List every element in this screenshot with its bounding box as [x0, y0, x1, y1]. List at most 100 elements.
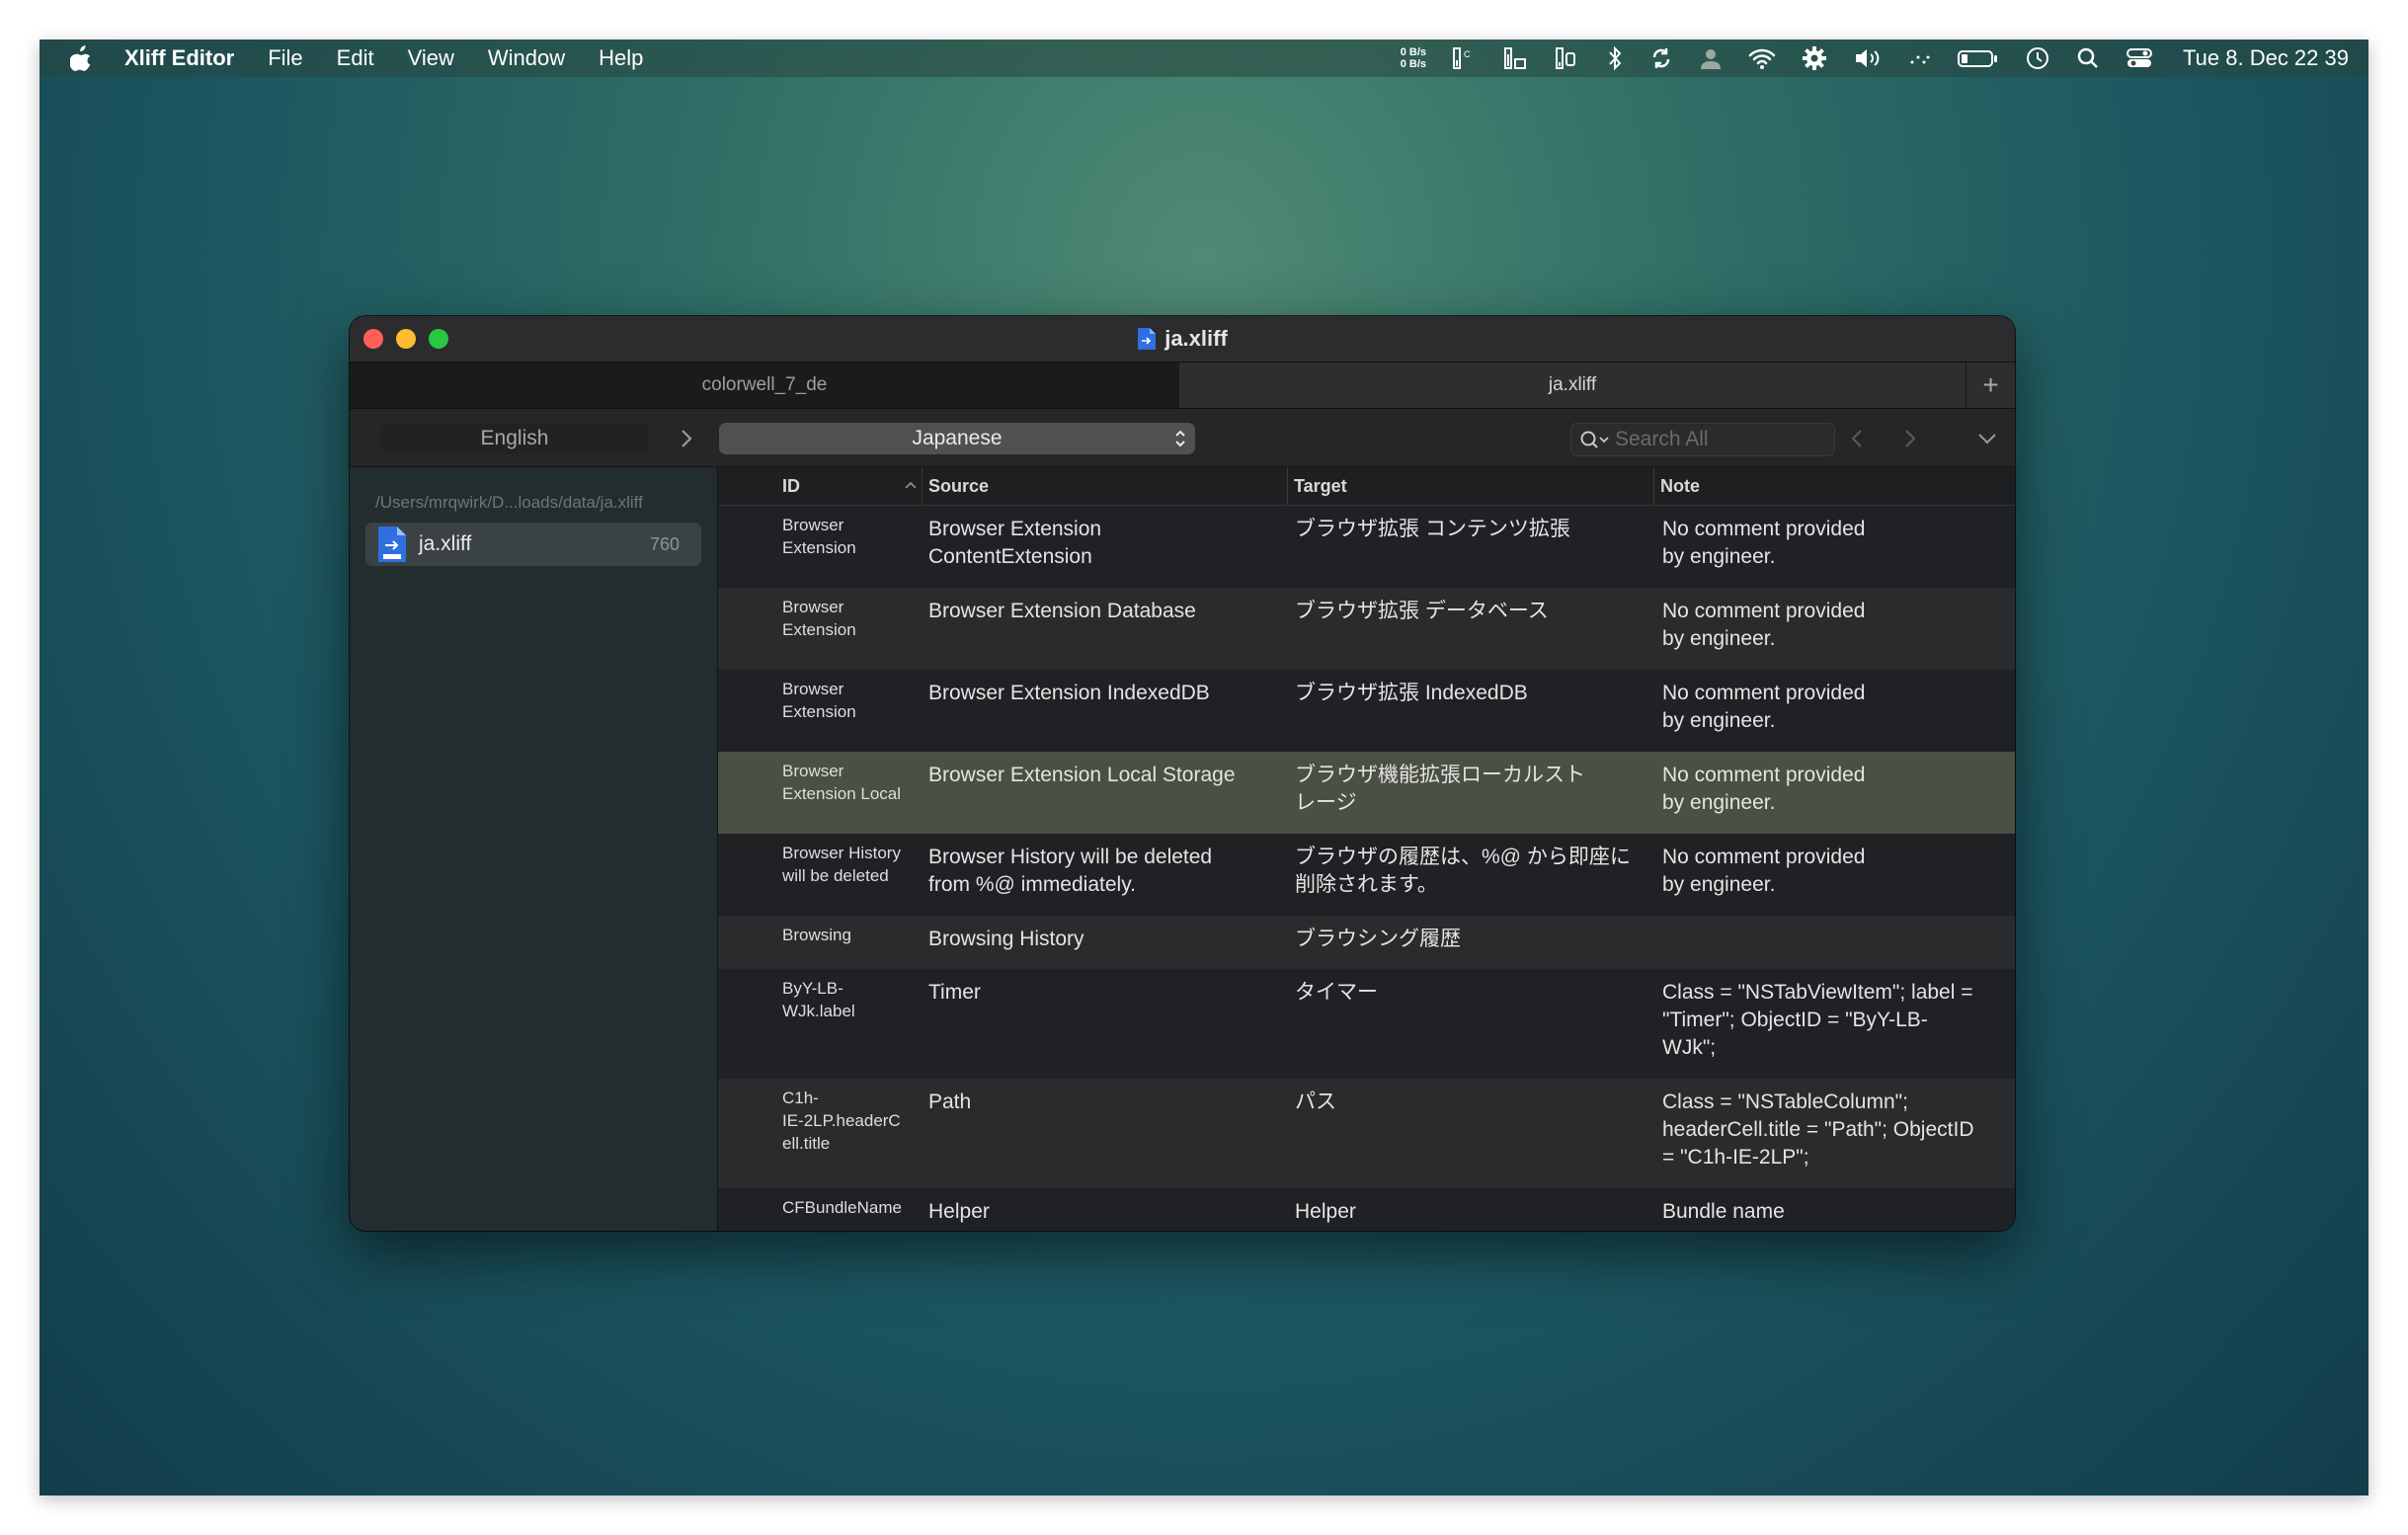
sidebar: /Users/mrqwirk/D...loads/data/ja.xliff j…: [350, 467, 718, 1231]
cell-target: ブラウシング履歴: [1295, 928, 1461, 950]
window-title-text: ja.xliff: [1164, 326, 1228, 351]
table-row[interactable]: Browser Extension Browser Extension Conte…: [718, 506, 2015, 588]
cell-id: CFBundleName: [782, 1198, 902, 1217]
app-menu[interactable]: Xliff Editor: [124, 45, 234, 71]
cell-id: Browser History will be deleted: [782, 844, 901, 885]
target-language-label: Japanese: [912, 427, 1003, 449]
updown-chevron-icon: [1175, 430, 1185, 447]
table-header: ID Source Target Note: [718, 467, 2015, 506]
menu-view[interactable]: View: [408, 45, 454, 71]
table-row[interactable]: C1h- IE-2LP.headerC ell.title Path パス Class…: [718, 1079, 2015, 1188]
translation-table: ID Source Target Note Browser Extension B…: [718, 467, 2015, 1231]
chevron-down-icon: [1978, 434, 1996, 444]
gear-icon[interactable]: [1802, 45, 1827, 71]
battery-icon[interactable]: [1958, 45, 1999, 71]
sort-ascending-icon: [905, 481, 917, 489]
search-input[interactable]: [1613, 427, 1814, 452]
menu-edit[interactable]: Edit: [337, 45, 374, 71]
tab-colorwell[interactable]: colorwell_7_de: [350, 363, 1179, 408]
cell-source: Browser Extension Local Storage: [928, 764, 1236, 786]
cell-note: No comment provided by engineer.: [1662, 600, 1866, 650]
table-row[interactable]: Browsing Browsing History ブラウシング履歴: [718, 916, 2015, 969]
table-row[interactable]: CFBundleName Helper Helper Bundle name: [718, 1188, 2015, 1231]
column-header-source[interactable]: Source: [922, 467, 989, 505]
bluetooth-icon[interactable]: [1606, 45, 1624, 71]
column-header-id[interactable]: ID: [782, 467, 800, 505]
table-row[interactable]: Browser Extension Browser Extension Datab…: [718, 588, 2015, 670]
source-language-selector[interactable]: English: [381, 423, 648, 454]
menu-window[interactable]: Window: [488, 45, 565, 71]
previous-match-button[interactable]: [1843, 425, 1871, 452]
next-match-button[interactable]: [1896, 425, 1924, 452]
user-icon[interactable]: [1699, 45, 1723, 71]
target-language-popup[interactable]: Japanese: [719, 423, 1195, 454]
cell-target: パス: [1295, 1091, 1336, 1113]
cell-note: No comment provided by engineer.: [1662, 682, 1866, 732]
search-icon: [1580, 431, 1609, 448]
tab-bar: colorwell_7_de ja.xliff +: [350, 363, 2015, 409]
cell-note: Class = "NSTabViewItem"; label = "Timer"…: [1662, 981, 1973, 1059]
cell-id: Browser Extension Local: [782, 762, 902, 803]
cell-target: ブラウザ拡張 IndexedDB: [1295, 682, 1528, 704]
chevron-right-icon: [672, 423, 701, 454]
net-down-text: 0 B/s: [1400, 58, 1427, 70]
chevron-left-icon: [1851, 430, 1862, 447]
network-speed[interactable]: 0 B/s 0 B/s: [1401, 46, 1426, 70]
control-center-icon[interactable]: [2126, 45, 2153, 71]
apple-icon[interactable]: [63, 40, 99, 76]
zoom-button[interactable]: [429, 329, 448, 349]
cell-note: Class = "NSTableColumn"; headerCell.titl…: [1662, 1091, 1974, 1169]
table-row[interactable]: Browser History will be deleted Browser H…: [718, 834, 2015, 916]
sync-icon[interactable]: [1649, 45, 1673, 71]
column-header-note[interactable]: Note: [1653, 467, 1700, 505]
minimize-button[interactable]: [396, 329, 416, 349]
xliff-document-icon: [378, 526, 406, 562]
search-field[interactable]: [1570, 423, 1835, 456]
cell-id: Browsing: [782, 926, 851, 944]
window-controls: [363, 329, 448, 349]
cpu-meter-icon[interactable]: C: [1452, 45, 1478, 71]
title-bar: ja.xliff: [350, 316, 2015, 363]
table-body: Browser Extension Browser Extension Conte…: [718, 506, 2015, 1231]
close-button[interactable]: [363, 329, 383, 349]
disk-meter-icon[interactable]: [1555, 45, 1580, 71]
table-row[interactable]: Browser Extension Browser Extension Index…: [718, 670, 2015, 752]
table-row[interactable]: Browser Extension Local Browser Extension…: [718, 752, 2015, 834]
spotlight-icon[interactable]: [2076, 45, 2100, 71]
cell-id: Browser Extension: [782, 598, 856, 639]
cell-target: ブラウザの履歴は、%@ から即座に 削除されます。: [1295, 846, 1631, 896]
tab-ja-xliff[interactable]: ja.xliff: [1179, 363, 1966, 408]
chevron-right-nav-icon: [1905, 430, 1916, 447]
dots-icon[interactable]: [1908, 45, 1932, 71]
cell-id: C1h- IE-2LP.headerC ell.title: [782, 1089, 901, 1153]
column-header-target[interactable]: Target: [1287, 467, 1347, 505]
table-row[interactable]: ByY-LB- WJk.label Timer タイマー Class = "NSTab…: [718, 969, 2015, 1079]
cell-source: Path: [928, 1091, 972, 1113]
sidebar-file-item[interactable]: ja.xliff 760: [365, 523, 701, 566]
cell-target: Helper: [1295, 1200, 1356, 1223]
cell-source: Helper: [928, 1200, 990, 1223]
sidebar-file-name: ja.xliff: [419, 532, 472, 555]
window-title: ja.xliff: [1137, 326, 1228, 352]
cell-source: Browser Extension Database: [928, 600, 1196, 622]
cell-target: タイマー: [1295, 981, 1378, 1004]
options-dropdown-button[interactable]: [1973, 425, 2001, 452]
menubar-clock[interactable]: Tue 8. Dec 22 39: [2183, 45, 2349, 71]
menu-help[interactable]: Help: [599, 45, 643, 71]
time-machine-icon[interactable]: [2025, 45, 2050, 71]
menu-bar: Xliff Editor File Edit View Window Help …: [40, 40, 2368, 77]
wifi-icon[interactable]: [1748, 45, 1776, 71]
cell-id: ByY-LB- WJk.label: [782, 979, 855, 1020]
memory-meter-icon[interactable]: [1503, 45, 1529, 71]
cell-id: Browser Extension: [782, 680, 856, 721]
cell-note: No comment provided by engineer.: [1662, 846, 1866, 896]
cell-source: Timer: [928, 981, 981, 1004]
add-tab-button[interactable]: +: [1966, 363, 2015, 408]
menu-file[interactable]: File: [268, 45, 302, 71]
status-area: 0 B/s 0 B/s C Tue 8. Dec 22 39: [1401, 40, 2349, 77]
xliff-file-icon: [1138, 328, 1157, 350]
net-up-text: 0 B/s: [1400, 46, 1427, 58]
cell-id: Browser Extension: [782, 516, 856, 557]
volume-icon[interactable]: [1853, 45, 1883, 71]
sidebar-file-count: 760: [649, 533, 680, 554]
